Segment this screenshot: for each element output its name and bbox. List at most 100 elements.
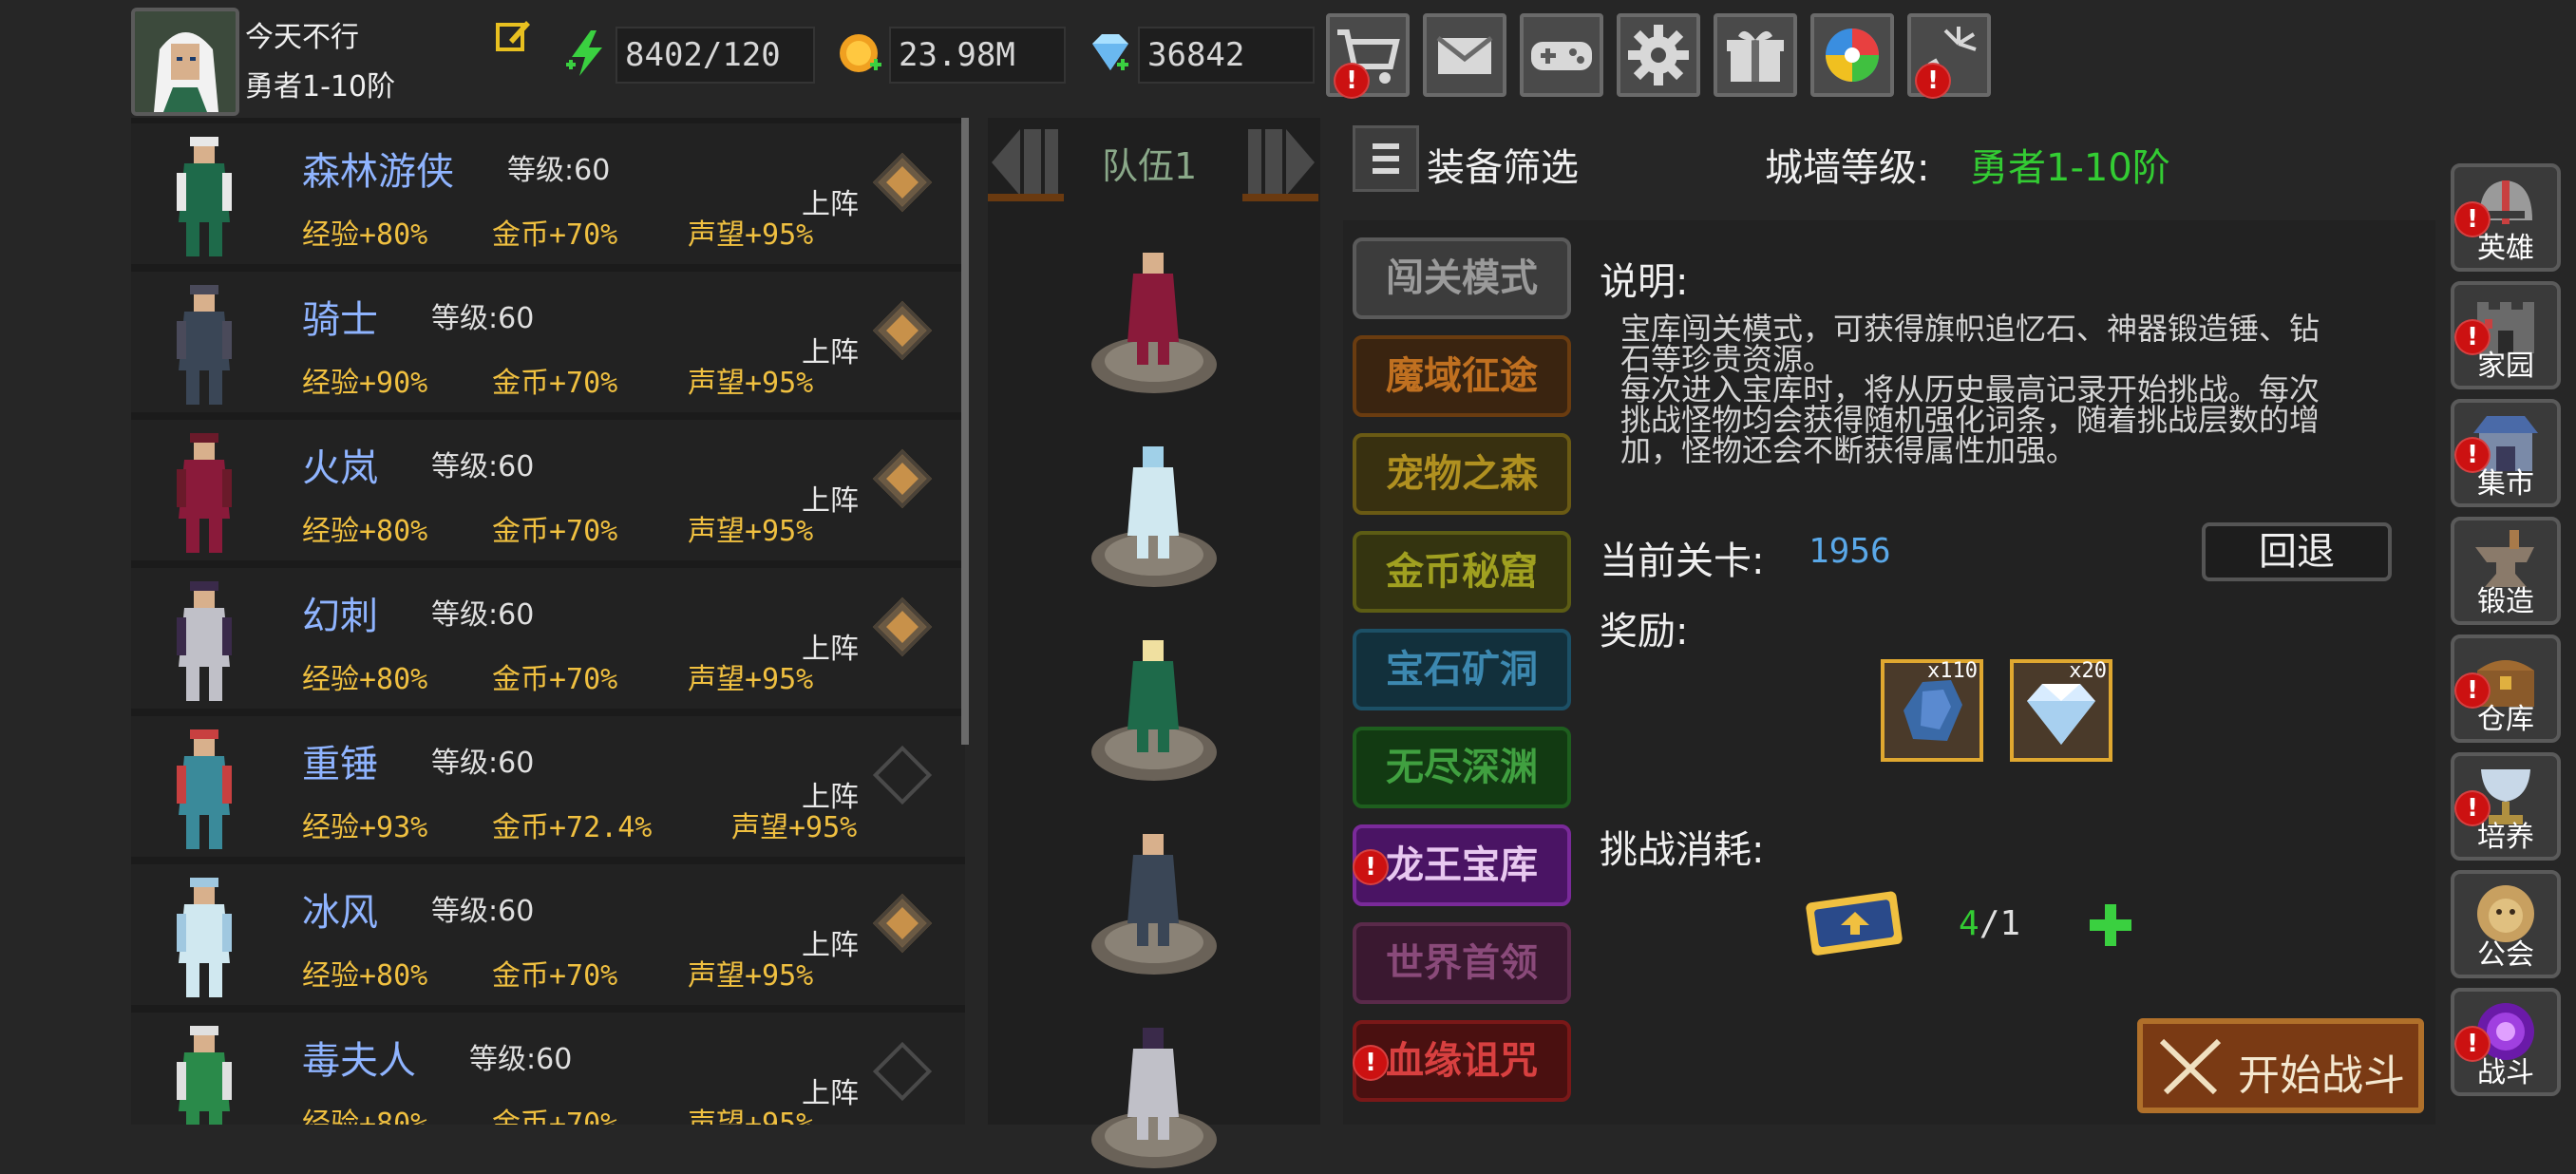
mode-tab-label: 宝石矿洞: [1386, 648, 1538, 691]
side-nav-anvil[interactable]: 锻造: [2451, 517, 2561, 625]
hero-exp-bonus: 经验+80%: [302, 515, 428, 548]
side-nav-portal[interactable]: 战斗!: [2451, 988, 2561, 1096]
mode-tab[interactable]: 宝石矿洞: [1353, 629, 1571, 710]
nav-alert-badge: !: [2454, 790, 2491, 826]
mode-tab[interactable]: 闯关模式: [1353, 237, 1571, 319]
shop-alert-badge: !: [1334, 63, 1370, 99]
color-wheel-icon: [1826, 28, 1879, 82]
hero-fame-bonus: 声望+95%: [688, 515, 814, 548]
mode-tab[interactable]: 无尽深渊: [1353, 727, 1571, 808]
settings-button[interactable]: [1617, 13, 1700, 97]
hero-gold-bonus: 金币+70%: [492, 663, 618, 696]
hero-exp-bonus: 经验+90%: [302, 367, 428, 400]
desc-line: 挑战怪物均会获得随机强化词条，随着挑战层数的增: [1620, 402, 2320, 438]
hero-gold-bonus: 金币+70%: [492, 959, 618, 993]
hero-list[interactable]: 森林游侠 等级:60 经验+80% 金币+70% 声望+95% 上阵 骑士 等级…: [131, 118, 965, 1125]
hero-level: 等级:60: [431, 302, 535, 335]
equipment-filter-label[interactable]: 装备筛选: [1427, 137, 1579, 192]
hero-deploy-toggle[interactable]: [872, 745, 933, 805]
nav-alert-badge: !: [2454, 1026, 2491, 1062]
team-slot[interactable]: [1088, 437, 1221, 589]
mode-tab[interactable]: 金币秘窟: [1353, 531, 1571, 613]
nav-alert-badge: !: [2454, 672, 2491, 709]
edit-name-icon[interactable]: [494, 17, 532, 55]
back-button[interactable]: 回退: [2202, 522, 2392, 581]
nav-alert-badge: !: [2454, 201, 2491, 237]
add-ticket-button[interactable]: [2086, 900, 2135, 950]
mail-button[interactable]: [1423, 13, 1506, 97]
mode-tab[interactable]: 血缘诅咒!: [1353, 1020, 1571, 1102]
side-nav-helmet[interactable]: 英雄!: [2451, 163, 2561, 272]
prev-team-arrow[interactable]: [988, 122, 1064, 203]
team-slot[interactable]: [1088, 1018, 1221, 1170]
hero-row[interactable]: 冰风 等级:60 经验+80% 金币+70% 声望+95% 上阵: [131, 864, 965, 1005]
gamepad-button[interactable]: [1520, 13, 1603, 97]
gamepad-icon: [1531, 42, 1592, 70]
hero-portrait-icon: [177, 137, 232, 256]
double-right-arrow-icon: [1242, 129, 1318, 201]
mode-tab-label: 宠物之森: [1386, 452, 1538, 496]
hero-fame-bonus: 声望+95%: [688, 367, 814, 400]
side-nav-lion[interactable]: 公会: [2451, 870, 2561, 978]
shop-button[interactable]: !: [1326, 13, 1410, 99]
description-title: 说明:: [1600, 260, 1689, 304]
hero-exp-bonus: 经验+80%: [302, 663, 428, 696]
hero-name: 冰风: [302, 891, 378, 935]
gem-icon: [1085, 28, 1134, 78]
hero-deploy-toggle[interactable]: [872, 596, 933, 657]
current-stage-value: 1956: [1809, 532, 1891, 571]
lottery-wheel-button[interactable]: [1810, 13, 1894, 97]
challenge-cost-label: 挑战消耗:: [1600, 828, 1765, 872]
mode-tab[interactable]: 魔域征途: [1353, 335, 1571, 417]
start-battle-button[interactable]: 开始战斗: [2137, 1018, 2424, 1113]
hero-deploy-toggle[interactable]: [872, 448, 933, 509]
energy-value: 8402/120: [616, 27, 815, 84]
hero-level: 等级:60: [469, 1043, 573, 1076]
hero-name: 毒夫人: [302, 1039, 416, 1083]
hero-level: 等级:60: [431, 450, 535, 483]
filter-menu-button[interactable]: [1353, 125, 1419, 192]
desc-line: 加，怪物还会不断获得属性加强。: [1620, 432, 2077, 468]
desc-line: 宝库闯关模式，可获得旗帜追忆石、神器锻造锤、钻: [1620, 311, 2320, 347]
team-slot[interactable]: [1088, 243, 1221, 395]
player-avatar[interactable]: [131, 8, 239, 116]
cost-separator: /: [1979, 904, 2000, 943]
hero-list-scrollbar[interactable]: [961, 118, 969, 745]
hero-deploy-toggle[interactable]: [872, 300, 933, 361]
hero-level: 等级:60: [431, 747, 535, 780]
fireworks-button[interactable]: !: [1907, 13, 1991, 99]
side-nav-market[interactable]: 集市!: [2451, 399, 2561, 507]
team-slot[interactable]: [1088, 631, 1221, 783]
team-slot[interactable]: [1088, 824, 1221, 976]
mode-tab[interactable]: 世界首领: [1353, 922, 1571, 1004]
mode-tab[interactable]: 宠物之森: [1353, 433, 1571, 515]
mode-tab-label: 世界首领: [1386, 941, 1538, 985]
double-left-arrow-icon: [988, 129, 1064, 201]
hero-deploy-label: 上阵: [802, 336, 859, 369]
hero-row[interactable]: 火岚 等级:60 经验+80% 金币+70% 声望+95% 上阵: [131, 420, 965, 560]
hero-exp-bonus: 经验+93%: [302, 811, 428, 844]
hero-deploy-toggle[interactable]: [872, 1041, 933, 1102]
side-nav-castle[interactable]: 家园!: [2451, 281, 2561, 389]
reward-item[interactable]: x110: [1881, 659, 1983, 762]
gift-button[interactable]: [1714, 13, 1797, 97]
hero-deploy-label: 上阵: [802, 781, 859, 814]
hero-deploy-toggle[interactable]: [872, 893, 933, 954]
side-nav-label: 公会: [2477, 938, 2534, 972]
mode-tab[interactable]: 龙王宝库!: [1353, 824, 1571, 906]
hero-row[interactable]: 重锤 等级:60 经验+93% 金币+72.4% 声望+95% 上阵: [131, 716, 965, 857]
hero-deploy-label: 上阵: [802, 929, 859, 962]
next-team-arrow[interactable]: [1242, 122, 1318, 203]
hero-row[interactable]: 毒夫人 等级:60 经验+80% 金币+70% 声望+95% 上阵: [131, 1013, 965, 1125]
side-nav-chest[interactable]: 仓库!: [2451, 634, 2561, 743]
hero-row[interactable]: 骑士 等级:60 经验+90% 金币+70% 声望+95% 上阵: [131, 272, 965, 412]
side-nav-label: 锻造: [2477, 585, 2534, 618]
wall-level-value: 勇者1-10阶: [1970, 146, 2170, 190]
hero-exp-bonus: 经验+80%: [302, 959, 428, 993]
hero-row[interactable]: 幻刺 等级:60 经验+80% 金币+70% 声望+95% 上阵: [131, 568, 965, 709]
hero-deploy-toggle[interactable]: [872, 152, 933, 213]
side-nav-chalice[interactable]: 培养!: [2451, 752, 2561, 861]
hero-row[interactable]: 森林游侠 等级:60 经验+80% 金币+70% 声望+95% 上阵: [131, 123, 965, 264]
reward-item[interactable]: x20: [2010, 659, 2112, 762]
team-hero-figure-icon: [1091, 834, 1217, 975]
